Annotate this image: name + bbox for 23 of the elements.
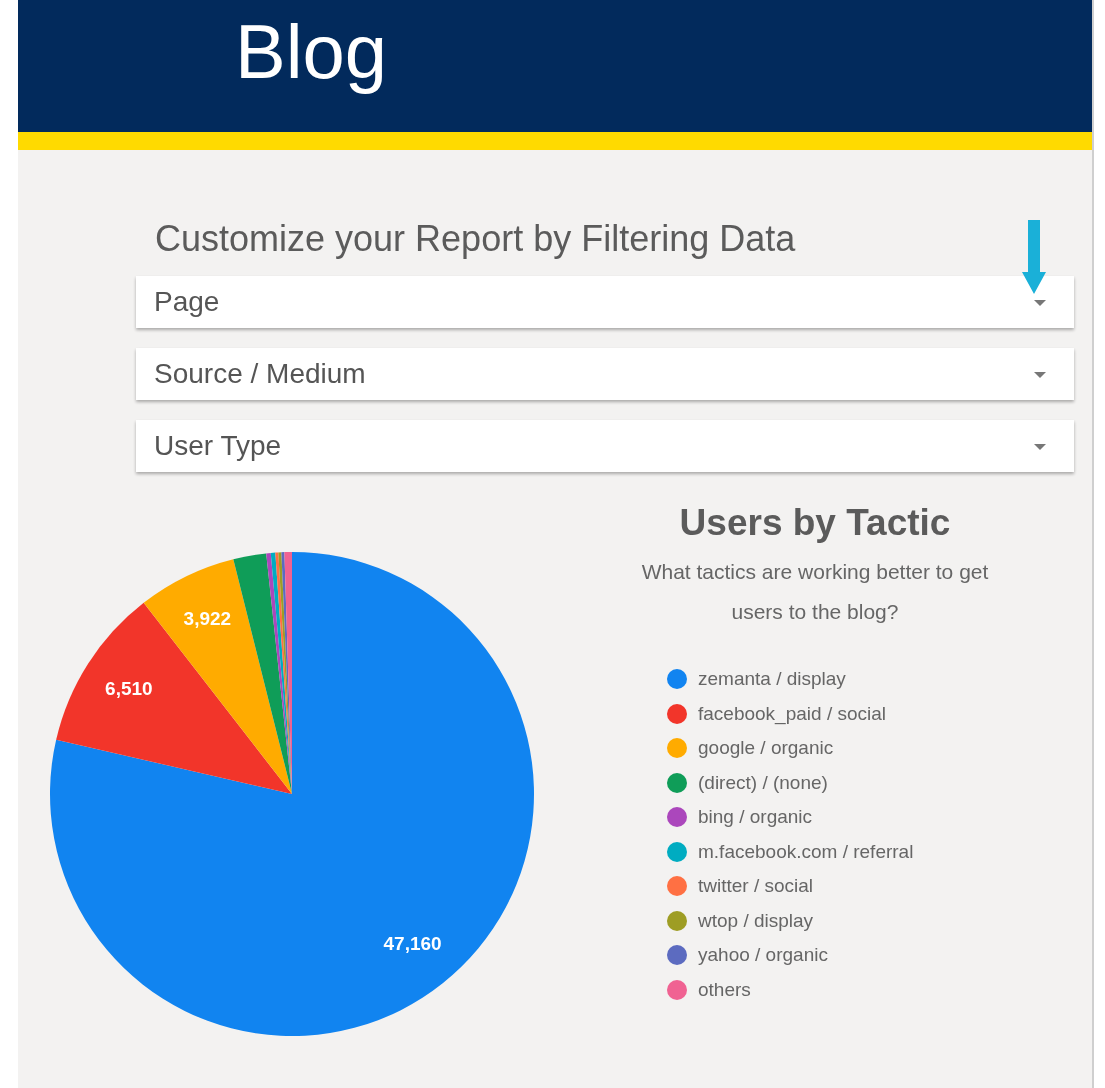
filter-dropdown[interactable]: User Type (136, 420, 1074, 472)
chart-subtitle: What tactics are working better to get users to the blog? (640, 559, 990, 625)
legend-label: zemanta / display (698, 668, 846, 691)
page-title: Blog (235, 14, 388, 96)
data-label: 6,510 (105, 677, 153, 699)
legend-label: m.facebook.com / referral (698, 840, 914, 863)
legend-label: wtop / display (698, 909, 814, 932)
data-label: 47,160 (383, 933, 442, 955)
legend-label: google / organic (698, 737, 834, 760)
legend-label: others (698, 978, 751, 1001)
filter-dropdown[interactable]: Source / Medium (136, 348, 1074, 400)
filter-heading: Customize your Report by Filtering Data (154, 218, 797, 261)
chart-title: Users by Tactic (679, 502, 951, 544)
filter-dropdown[interactable]: Page (136, 276, 1074, 328)
legend-label: facebook_paid / social (698, 702, 886, 725)
caret-icon (1034, 300, 1046, 306)
data-label: 3,922 (183, 607, 232, 629)
legend-label: twitter / social (698, 875, 814, 898)
legend-label: bing / organic (698, 806, 813, 829)
caret-icon (1034, 372, 1046, 378)
legend-label: yahoo / organic (698, 944, 828, 967)
legend-label: (direct) / (none) (698, 771, 828, 794)
caret-icon (1034, 444, 1046, 450)
